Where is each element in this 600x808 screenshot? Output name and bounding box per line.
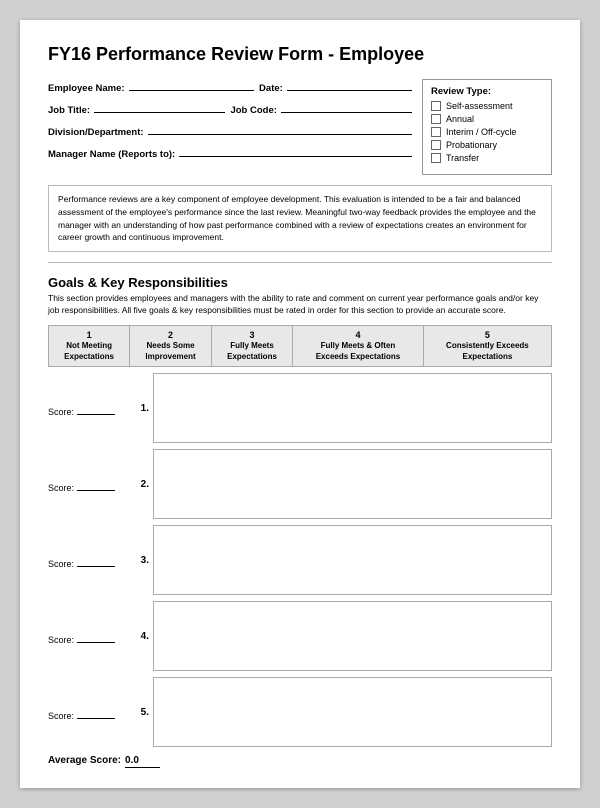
goal-box-2[interactable] [153, 449, 552, 519]
goal-row-3: Score: 3. [48, 525, 552, 595]
goal-box-1[interactable] [153, 373, 552, 443]
score-area-2: Score: [48, 449, 133, 496]
score-area-4: Score: [48, 601, 133, 648]
job-title-field[interactable] [94, 101, 225, 113]
job-title-row: Job Title: Job Code: [48, 101, 412, 116]
employee-name-row: Employee Name: Date: [48, 79, 412, 94]
score-input-4[interactable] [77, 631, 115, 643]
goal-row-2: Score: 2. [48, 449, 552, 519]
job-code-field[interactable] [281, 101, 412, 113]
manager-row: Manager Name (Reports to): [48, 145, 412, 160]
col-header-3: 3 Fully MeetsExpectations [211, 325, 292, 366]
intro-text: Performance reviews are a key component … [48, 185, 552, 252]
goal-number-1: 1. [133, 403, 149, 414]
score-label-row-2: Score: [48, 479, 115, 493]
division-label: Division/Department: [48, 127, 144, 138]
job-code-label: Job Code: [230, 105, 276, 116]
checkbox-annual-label: Annual [446, 114, 474, 124]
score-input-3[interactable] [77, 555, 115, 567]
score-label-row-5: Score: [48, 707, 115, 721]
manager-field[interactable] [179, 145, 412, 157]
checkbox-annual-input[interactable] [431, 114, 441, 124]
goal-number-5: 5. [133, 707, 149, 718]
goal-number-2: 2. [133, 479, 149, 490]
goal-row-5: Score: 5. [48, 677, 552, 747]
date-label: Date: [259, 83, 283, 94]
checkbox-self-assessment: Self-assessment [431, 101, 541, 111]
review-type-box: Review Type: Self-assessment Annual Inte… [422, 79, 552, 175]
score-input-1[interactable] [77, 403, 115, 415]
col-num-4: 4 [296, 330, 420, 342]
score-input-5[interactable] [77, 707, 115, 719]
checkbox-transfer-label: Transfer [446, 153, 479, 163]
avg-label: Average Score: [48, 755, 121, 766]
page-title: FY16 Performance Review Form - Employee [48, 44, 552, 65]
fields-left: Employee Name: Date: Job Title: Job Code… [48, 79, 422, 167]
score-label-1: Score: [48, 407, 74, 417]
checkbox-probationary: Probationary [431, 140, 541, 150]
goal-box-4[interactable] [153, 601, 552, 671]
checkbox-annual: Annual [431, 114, 541, 124]
checkbox-interim: Interim / Off-cycle [431, 127, 541, 137]
col-num-5: 5 [427, 330, 548, 342]
avg-value: 0.0 [125, 755, 160, 768]
score-area-5: Score: [48, 677, 133, 724]
goal-box-3[interactable] [153, 525, 552, 595]
goal-box-5[interactable] [153, 677, 552, 747]
review-type-title: Review Type: [431, 86, 541, 97]
manager-label: Manager Name (Reports to): [48, 149, 175, 160]
score-label-row-4: Score: [48, 631, 115, 645]
checkbox-probationary-label: Probationary [446, 140, 497, 150]
checkbox-self-assessment-input[interactable] [431, 101, 441, 111]
employee-name-field[interactable] [129, 79, 254, 91]
score-label-5: Score: [48, 711, 74, 721]
checkbox-probationary-input[interactable] [431, 140, 441, 150]
score-label-4: Score: [48, 635, 74, 645]
goals-section-subtitle: This section provides employees and mana… [48, 293, 552, 317]
score-table: 1 Not MeetingExpectations 2 Needs SomeIm… [48, 325, 552, 367]
employee-name-label: Employee Name: [48, 83, 125, 94]
goal-row-1: Score: 1. [48, 373, 552, 443]
checkbox-transfer: Transfer [431, 153, 541, 163]
col-num-2: 2 [133, 330, 208, 342]
score-input-2[interactable] [77, 479, 115, 491]
score-label-2: Score: [48, 483, 74, 493]
col-num-1: 1 [52, 330, 126, 342]
goal-number-4: 4. [133, 631, 149, 642]
col-header-2: 2 Needs SomeImprovement [130, 325, 212, 366]
goal-row-4: Score: 4. [48, 601, 552, 671]
goals-section-title: Goals & Key Responsibilities [48, 275, 552, 290]
division-row: Division/Department: [48, 123, 412, 138]
score-label-row-1: Score: [48, 403, 115, 417]
header-section: Employee Name: Date: Job Title: Job Code… [48, 79, 552, 175]
col-header-5: 5 Consistently ExceedsExpectations [423, 325, 551, 366]
score-label-3: Score: [48, 559, 74, 569]
col-header-1: 1 Not MeetingExpectations [49, 325, 130, 366]
score-area-3: Score: [48, 525, 133, 572]
date-field[interactable] [287, 79, 412, 91]
division-field[interactable] [148, 123, 412, 135]
job-title-label: Job Title: [48, 105, 90, 116]
checkbox-interim-input[interactable] [431, 127, 441, 137]
col-header-4: 4 Fully Meets & OftenExceeds Expectation… [293, 325, 424, 366]
checkbox-transfer-input[interactable] [431, 153, 441, 163]
checkbox-interim-label: Interim / Off-cycle [446, 127, 516, 137]
checkbox-self-assessment-label: Self-assessment [446, 101, 513, 111]
avg-row: Average Score: 0.0 [48, 755, 552, 768]
score-label-row-3: Score: [48, 555, 115, 569]
col-num-3: 3 [215, 330, 289, 342]
page: FY16 Performance Review Form - Employee … [20, 20, 580, 788]
score-area-1: Score: [48, 373, 133, 420]
goal-number-3: 3. [133, 555, 149, 566]
divider [48, 262, 552, 263]
